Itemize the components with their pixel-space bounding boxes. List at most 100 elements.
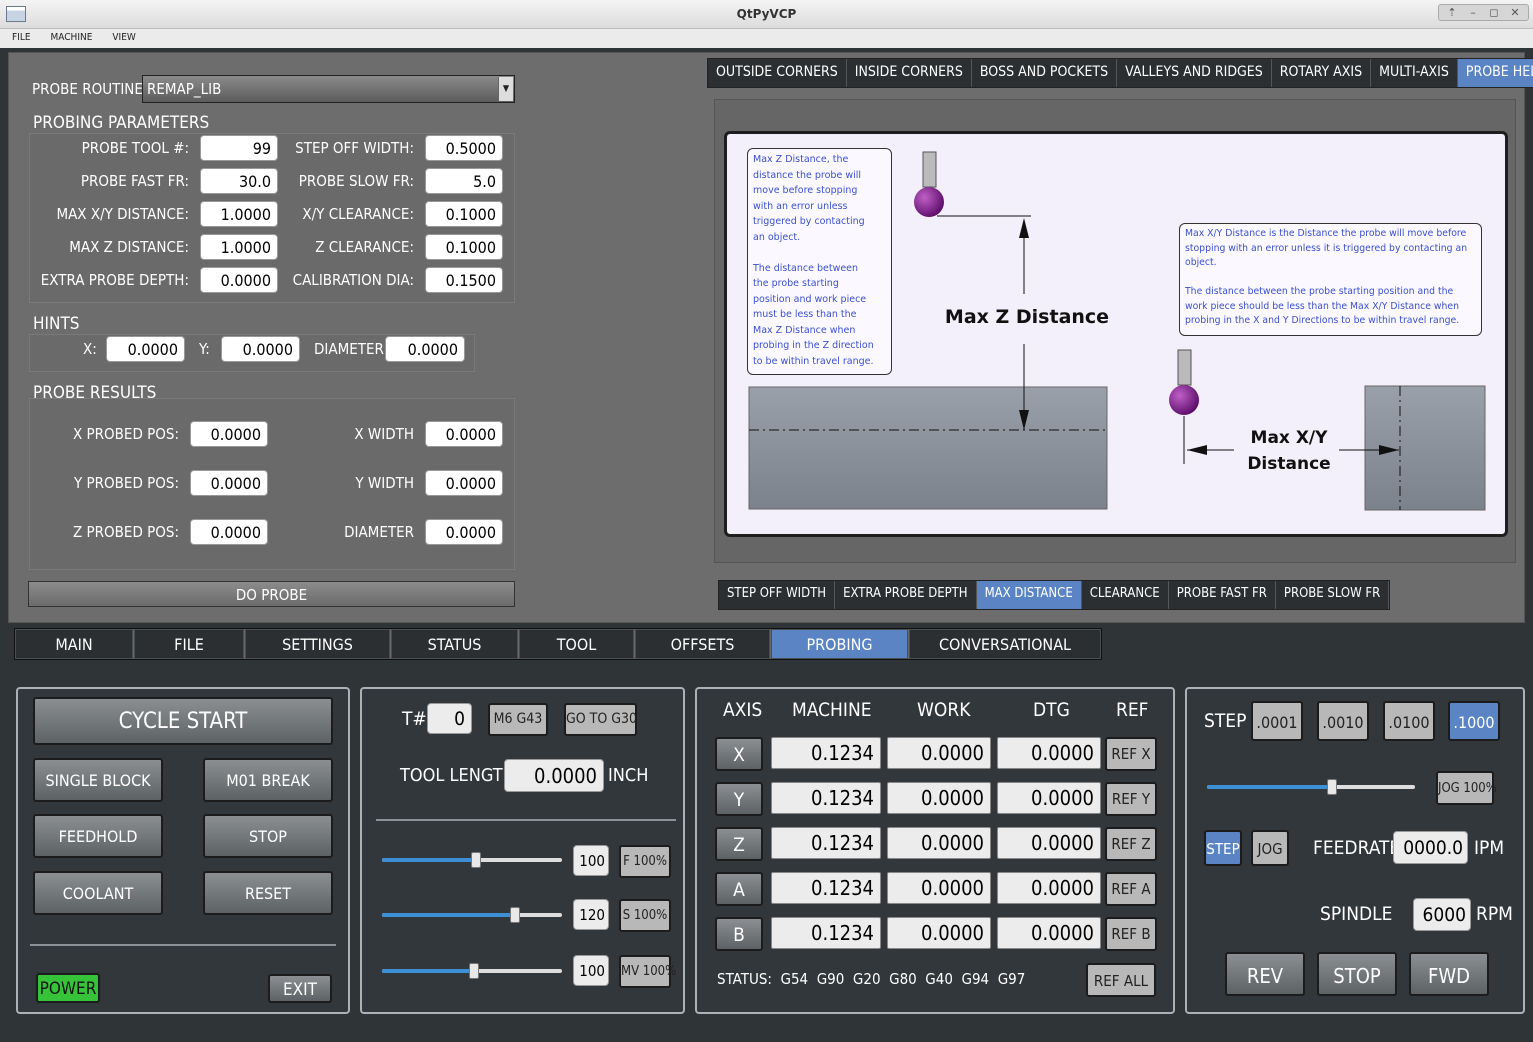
single-block-button[interactable]: SINGLE BLOCK — [33, 758, 163, 802]
tab-boss-and-pockets[interactable]: BOSS AND POCKETS — [971, 59, 1118, 87]
calibration-dia-input[interactable]: 0.1500 — [425, 267, 503, 293]
step-0100-button[interactable]: .0100 — [1383, 701, 1435, 741]
m01-break-button[interactable]: M01 BREAK — [203, 758, 333, 802]
tab-offsets[interactable]: OFFSETS — [635, 629, 771, 659]
tab-conversational[interactable]: CONVERSATIONAL — [909, 629, 1101, 659]
max-velocity-override-slider[interactable] — [382, 963, 562, 979]
maximize-icon[interactable]: ◻ — [1485, 6, 1503, 19]
step-off-width-input[interactable]: 0.5000 — [425, 135, 503, 161]
spindle-fwd-button[interactable]: FWD — [1409, 952, 1489, 996]
step-1000-button[interactable]: .1000 — [1448, 701, 1500, 741]
feedrate-input[interactable]: 0000.0 — [1393, 831, 1468, 864]
work-y-field: 0.0000 — [887, 782, 991, 814]
max-xy-distance-input[interactable]: 1.0000 — [200, 201, 278, 227]
spindle-rev-button[interactable]: REV — [1225, 952, 1305, 996]
slider-handle[interactable] — [510, 907, 521, 923]
tab-probe-slow-fr[interactable]: PROBE SLOW FR — [1275, 581, 1390, 609]
tab-valleys-and-ridges[interactable]: VALLEYS AND RIDGES — [1117, 59, 1272, 87]
z-clearance-input[interactable]: 0.1000 — [425, 234, 503, 260]
minimize-icon[interactable]: – — [1464, 6, 1482, 19]
spindle-override-reset-button[interactable]: S 100% — [619, 899, 671, 932]
slider-handle[interactable] — [470, 852, 481, 868]
menu-machine[interactable]: MACHINE — [39, 29, 101, 48]
reset-button[interactable]: RESET — [203, 871, 333, 915]
step-mode-button[interactable]: STEP — [1204, 830, 1242, 866]
tab-extra-probe-depth[interactable]: EXTRA PROBE DEPTH — [835, 581, 977, 609]
tab-main[interactable]: MAIN — [15, 629, 134, 659]
cycle-start-button[interactable]: CYCLE START — [33, 697, 333, 745]
axis-b-button[interactable]: B — [715, 917, 763, 951]
feedhold-button[interactable]: FEEDHOLD — [33, 814, 163, 858]
step-0001-button[interactable]: .0001 — [1251, 701, 1303, 741]
tab-probe-help[interactable]: PROBE HELP — [1457, 59, 1533, 87]
shade-icon[interactable]: ⇡ — [1443, 6, 1461, 19]
tab-inside-corners[interactable]: INSIDE CORNERS — [846, 59, 972, 87]
tab-probe-fast-fr[interactable]: PROBE FAST FR — [1168, 581, 1276, 609]
axis-z-button[interactable]: Z — [715, 827, 763, 861]
ref-z-button[interactable]: REF Z — [1105, 827, 1157, 861]
tab-max-distance[interactable]: MAX DISTANCE — [976, 581, 1082, 609]
hint-y-input[interactable]: 0.0000 — [221, 336, 300, 362]
max-z-distance-input[interactable]: 1.0000 — [200, 234, 278, 260]
work-a-field: 0.0000 — [887, 872, 991, 904]
step-0010-button[interactable]: .0010 — [1317, 701, 1369, 741]
ref-y-button[interactable]: REF Y — [1105, 782, 1157, 816]
title-bar: QtPyVCP ⇡ – ◻ ✕ — [0, 0, 1533, 29]
feed-override-reset-button[interactable]: F 100% — [619, 845, 671, 878]
tab-file[interactable]: FILE — [134, 629, 245, 659]
chevron-down-icon[interactable]: ▼ — [498, 77, 513, 101]
param-label: MAX Z DISTANCE: — [69, 238, 189, 256]
tab-outside-corners[interactable]: OUTSIDE CORNERS — [708, 59, 847, 87]
do-probe-button[interactable]: DO PROBE — [28, 581, 515, 607]
probe-tool-input[interactable]: 99 — [200, 135, 278, 161]
result-label: X WIDTH — [354, 425, 414, 443]
close-icon[interactable]: ✕ — [1506, 6, 1524, 19]
spindle-rpm-input[interactable]: 6000 — [1413, 898, 1471, 931]
xy-clearance-input[interactable]: 0.1000 — [425, 201, 503, 227]
probe-routine-select[interactable]: REMAP_LIB ▼ — [142, 75, 515, 103]
extra-probe-depth-input[interactable]: 0.0000 — [200, 267, 278, 293]
exit-button[interactable]: EXIT — [268, 974, 332, 1003]
tab-probing[interactable]: PROBING — [771, 629, 909, 659]
slider-handle[interactable] — [468, 963, 479, 979]
ref-all-button[interactable]: REF ALL — [1086, 963, 1156, 997]
spindle-override-slider[interactable] — [382, 907, 562, 923]
axis-x-button[interactable]: X — [715, 737, 763, 771]
max-velocity-override-reset-button[interactable]: MV 100% — [619, 955, 676, 988]
jog-mode-button[interactable]: JOG — [1251, 830, 1289, 866]
power-button[interactable]: POWER — [36, 973, 100, 1003]
axis-y-button[interactable]: Y — [715, 782, 763, 816]
spindle-stop-button[interactable]: STOP — [1317, 952, 1397, 996]
stop-button[interactable]: STOP — [203, 814, 333, 858]
feed-override-slider[interactable] — [382, 852, 562, 868]
hint-diameter-input[interactable]: 0.0000 — [385, 336, 465, 362]
axis-a-button[interactable]: A — [715, 872, 763, 906]
m6-g43-button[interactable]: M6 G43 — [488, 703, 548, 736]
main-tabs: MAIN FILE SETTINGS STATUS TOOL OFFSETS P… — [14, 628, 1102, 660]
hint-x-input[interactable]: 0.0000 — [106, 336, 185, 362]
tab-tool[interactable]: TOOL — [519, 629, 635, 659]
go-to-g30-button[interactable]: GO TO G30 — [564, 703, 637, 736]
menu-file[interactable]: FILE — [0, 29, 39, 48]
ref-x-button[interactable]: REF X — [1105, 737, 1157, 771]
probe-fast-fr-input[interactable]: 30.0 — [200, 168, 278, 194]
tool-number-input[interactable]: 0 — [427, 703, 472, 734]
tab-status[interactable]: STATUS — [391, 629, 519, 659]
tab-step-off-width[interactable]: STEP OFF WIDTH — [719, 581, 836, 609]
tab-rotary-axis[interactable]: ROTARY AXIS — [1271, 59, 1372, 87]
coolant-button[interactable]: COOLANT — [33, 871, 163, 915]
probe-slow-fr-input[interactable]: 5.0 — [425, 168, 503, 194]
probe-help-diagram: Max Z Distance, the distance the probe w… — [724, 131, 1508, 537]
tab-multi-axis[interactable]: MULTI-AXIS — [1371, 59, 1458, 87]
result-label: Z PROBED POS: — [73, 523, 179, 541]
param-label: CALIBRATION DIA: — [292, 271, 414, 289]
ref-a-button[interactable]: REF A — [1105, 872, 1157, 906]
machine-b-field: 0.1234 — [771, 917, 881, 949]
jog-speed-slider[interactable] — [1207, 779, 1415, 795]
ref-b-button[interactable]: REF B — [1105, 917, 1157, 951]
tab-clearance[interactable]: CLEARANCE — [1081, 581, 1169, 609]
jog-100-button[interactable]: JOG 100% — [1436, 771, 1497, 805]
tab-settings[interactable]: SETTINGS — [245, 629, 391, 659]
slider-handle[interactable] — [1326, 779, 1337, 795]
menu-view[interactable]: VIEW — [100, 29, 143, 48]
